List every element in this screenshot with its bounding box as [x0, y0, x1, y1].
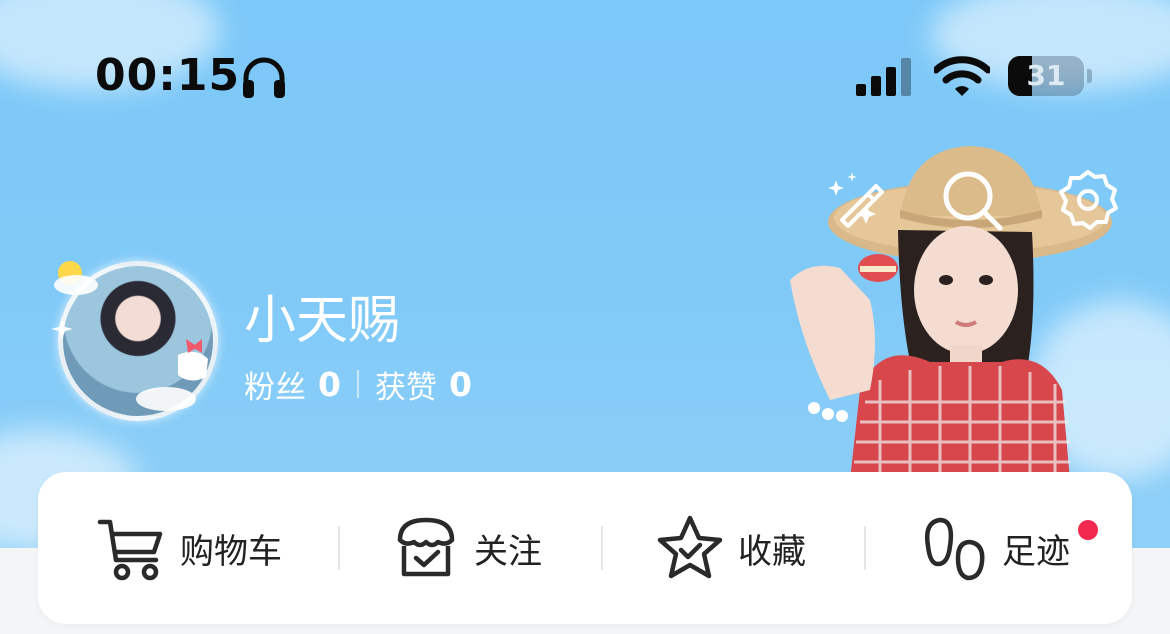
- likes-stat[interactable]: 获赞 0: [375, 362, 472, 407]
- footprint-notification-badge: [1078, 520, 1098, 540]
- username: 小天赐: [244, 291, 401, 351]
- card-divider: [864, 526, 866, 570]
- battery-percentage: 31: [1026, 59, 1066, 92]
- stat-divider: [356, 370, 359, 398]
- avatar-frame: [48, 255, 220, 421]
- cellular-signal-icon: [856, 58, 911, 96]
- status-bar-time: 00:15: [95, 50, 241, 101]
- shopping-cart-button[interactable]: 购物车: [96, 472, 282, 624]
- star-favorite-icon: [657, 515, 723, 579]
- favorites-button[interactable]: 收藏: [654, 472, 806, 624]
- footprint-button[interactable]: 足迹: [918, 472, 1070, 624]
- followers-label: 粉丝: [244, 369, 306, 406]
- battery-icon: 31: [1008, 56, 1092, 98]
- following-button[interactable]: 关注: [390, 472, 542, 624]
- followers-stat[interactable]: 粉丝 0: [244, 362, 341, 407]
- wifi-icon: [934, 56, 990, 96]
- headphones-icon: [243, 57, 285, 98]
- quick-actions-card: 购物车 关注 收藏 足迹: [38, 472, 1132, 624]
- likes-label: 获赞: [374, 369, 437, 406]
- profile-stats: 粉丝 0 获赞 0: [244, 362, 472, 406]
- followers-count: 0: [318, 364, 341, 404]
- settings-icon[interactable]: [1056, 168, 1120, 232]
- shopping-cart-label: 购物车: [180, 531, 282, 572]
- following-label: 关注: [474, 531, 542, 572]
- magic-wand-icon[interactable]: [824, 168, 888, 232]
- search-icon[interactable]: [940, 168, 1004, 232]
- likes-count: 0: [448, 364, 472, 404]
- card-divider: [601, 526, 603, 570]
- store-follow-icon: [397, 517, 455, 577]
- footprint-icon: [925, 517, 985, 581]
- shopping-cart-icon: [97, 519, 163, 581]
- favorites-label: 收藏: [738, 531, 806, 572]
- avatar-decoration-icon: [51, 261, 208, 411]
- card-divider: [338, 526, 340, 570]
- footprint-label: 足迹: [1002, 531, 1070, 572]
